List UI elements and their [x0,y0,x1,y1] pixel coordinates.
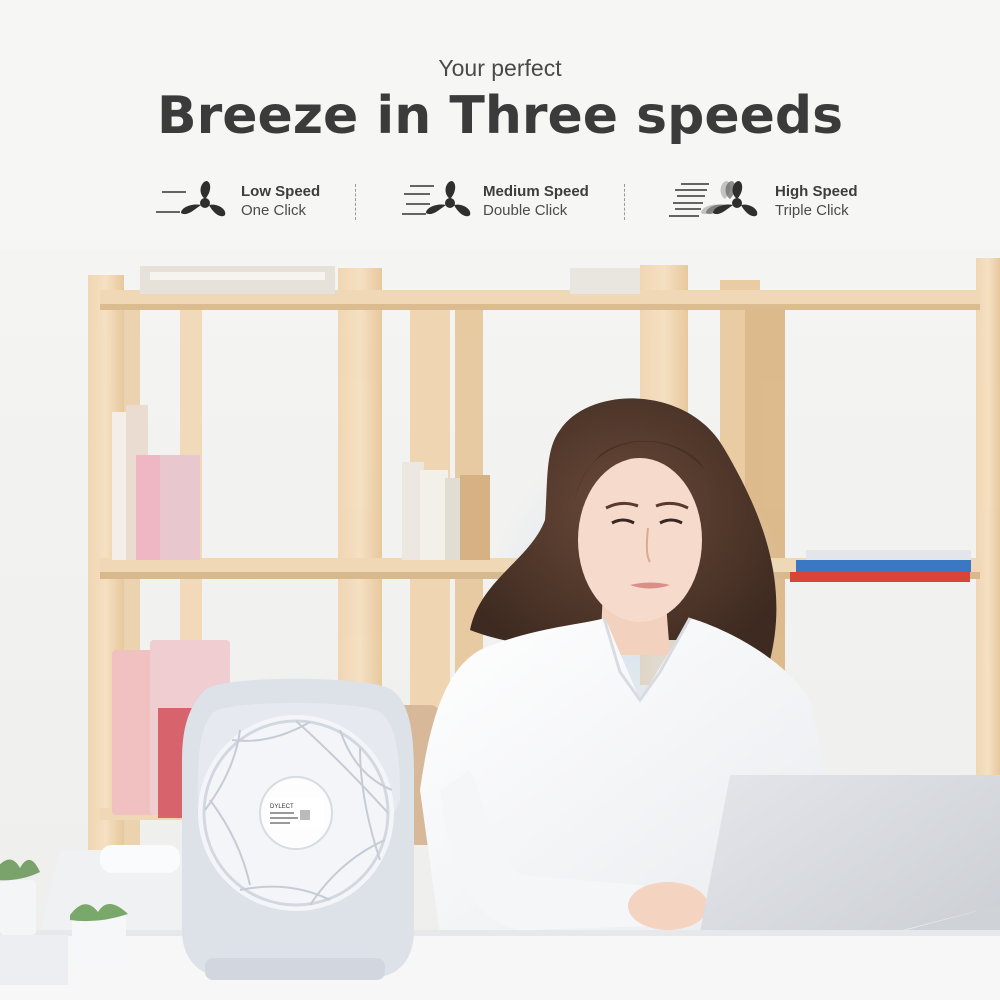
header-subtitle: Your perfect [438,55,562,81]
desk-fan-product: DYLECT [182,678,414,980]
divider [624,184,625,220]
product-banner: DYLECT Your perfect Breeze in Three spee… [0,0,1000,1000]
header-title: Breeze in Three speeds [156,86,844,146]
speed-name-medium: Medium Speed [483,183,589,200]
speed-name-low: Low Speed [241,183,321,200]
speed-option-low: Low Speed One Click [150,176,350,226]
fan-low-icon [156,181,226,217]
fan-high-icon [669,181,758,217]
fan-medium-icon [402,181,471,217]
speed-option-medium: Medium Speed Double Click [398,176,608,226]
speed-action-high: Triple Click [775,202,849,219]
fan-brand-label: DYLECT [270,804,294,810]
divider [355,184,356,220]
speed-options: Low Speed One Click Medium Speed Double … [0,176,1000,226]
speed-action-medium: Double Click [483,202,568,219]
speed-option-high: High Speed Triple Click [667,176,867,226]
speed-action-low: One Click [241,202,307,219]
speed-name-high: High Speed [775,183,858,200]
office-scene-illustration: DYLECT [0,0,1000,1000]
